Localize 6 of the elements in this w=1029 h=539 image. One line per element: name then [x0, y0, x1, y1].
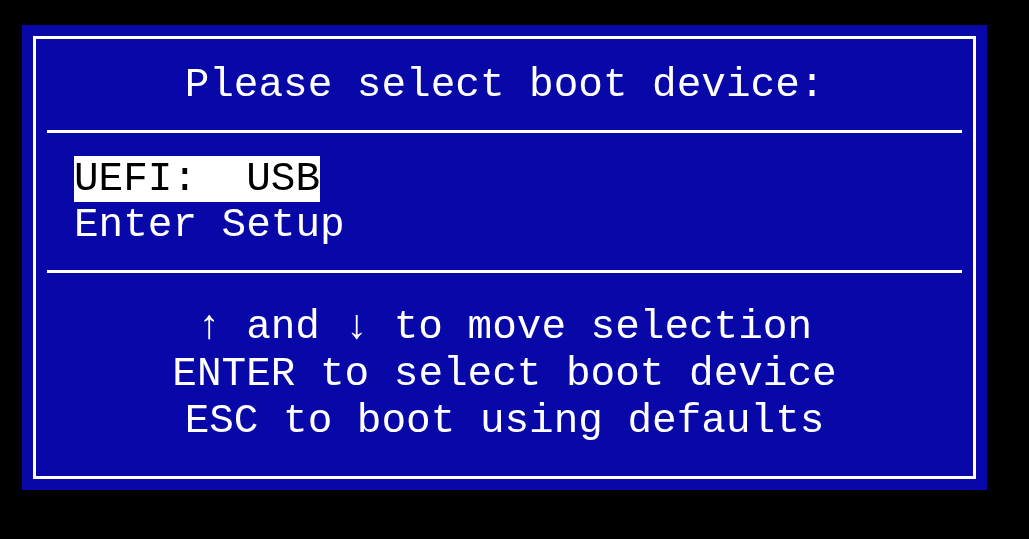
- boot-option[interactable]: Enter Setup: [74, 201, 345, 248]
- boot-option[interactable]: UEFI: USB: [74, 155, 321, 202]
- menu-title: Please select boot device:: [184, 60, 825, 109]
- help-text: ESC to boot using defaults: [184, 398, 825, 445]
- help-text: ↑ and ↓ to move selection: [196, 304, 813, 351]
- help-text: ENTER to select boot device: [172, 351, 837, 398]
